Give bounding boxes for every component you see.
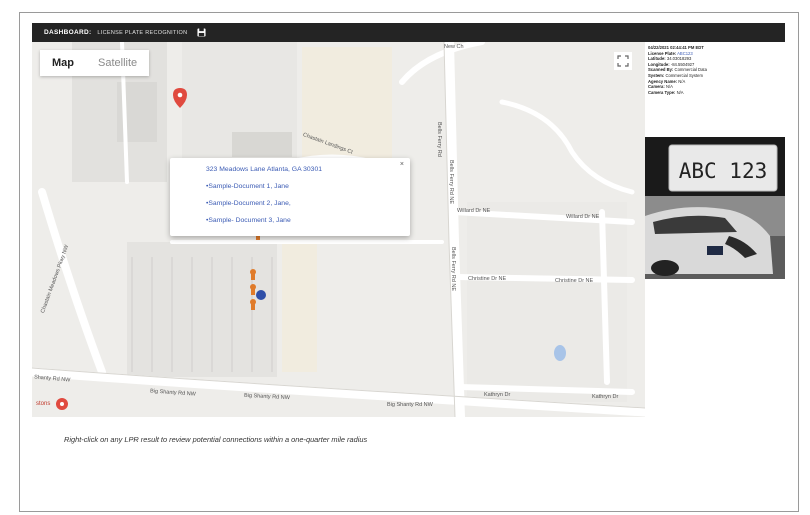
license-plate-image[interactable]: ABC 123 [645,137,785,196]
vehicle-image[interactable] [645,196,785,279]
place-label: stons [36,401,51,407]
map-view[interactable]: New Ch Bells Ferry Rd Bells Ferry Rd NE … [32,42,645,417]
popup-document-link[interactable]: •Sample-Document 2, Jane, [206,200,410,207]
plate-text: ABC 123 [679,159,768,183]
popup-address-link[interactable]: 323 Meadows Lane Atlanta, GA 30301 [206,166,410,173]
dashboard-titlebar: DASHBOARD: LICENSE PLATE RECOGNITION [32,23,785,42]
figure-caption: Right-click on any LPR result to review … [64,435,368,444]
street-label: Bells Ferry Rd NE [450,247,456,292]
dashboard-subtitle: LICENSE PLATE RECOGNITION [97,29,188,36]
detail-row: Camera Type: N/A [648,89,684,95]
map-type-satellite-button[interactable]: Satellite [86,50,149,76]
location-popup: × 323 Meadows Lane Atlanta, GA 30301 •Sa… [170,158,410,236]
street-label: Christine Dr NE [555,278,594,284]
fullscreen-icon[interactable] [614,52,632,70]
street-label: Willard Dr NE [566,214,600,220]
scan-details-panel: 04/22/2021 02:44:41 PM EDT License Plate… [645,42,785,137]
dashboard-title: DASHBOARD: [44,29,92,36]
map-pin-icon[interactable] [56,398,68,410]
street-label: Big Shanty Rd NW [387,402,433,408]
street-label: Kathryn Dr [484,392,511,398]
map-type-control: Map Satellite [40,50,150,76]
street-label: New Ch [444,44,464,50]
popup-document-link[interactable]: •Sample- Document 3, Jane [206,217,410,224]
street-label: Bells Ferry Rd NE [448,160,454,205]
popup-document-link[interactable]: •Sample-Document 1, Jane [206,183,410,190]
street-label: Willard Dr NE [457,208,491,214]
street-label: Christine Dr NE [468,276,507,282]
save-icon[interactable] [197,28,206,37]
street-label: Bells Ferry Rd [436,122,442,157]
map-type-map-button[interactable]: Map [40,50,86,76]
street-label: Kathryn Dr [592,394,619,400]
close-icon[interactable]: × [400,161,404,168]
plate-value-link[interactable]: ABC123 [677,51,693,56]
